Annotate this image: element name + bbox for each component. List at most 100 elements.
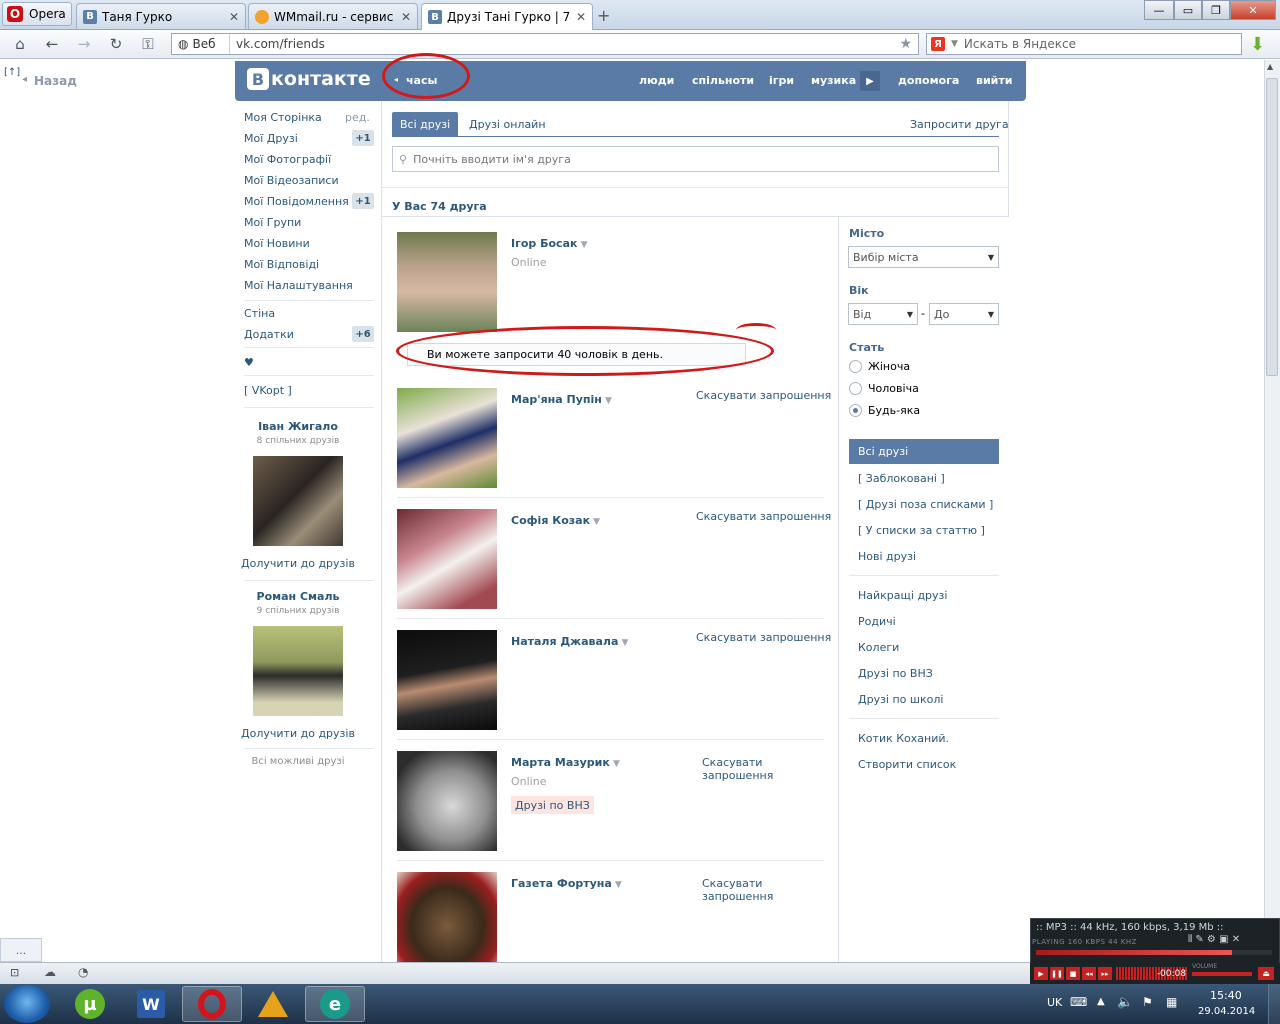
word-icon[interactable]: W [121,986,181,1022]
cancel-request-link[interactable]: Скасувати запрошення [696,510,831,523]
nav-games[interactable]: ігри [769,74,794,87]
sex-radio-female[interactable]: Жіноча [849,360,910,373]
friend-photo[interactable] [397,872,497,962]
suggestion-photo[interactable] [253,456,343,546]
menu-apps[interactable]: Додатки [244,328,294,341]
scrollbar-thumb[interactable] [1266,78,1278,376]
menu-my-replies[interactable]: Мої Відповіді [244,258,319,271]
clock-time[interactable]: 15:40 [1210,989,1242,1002]
friend-name[interactable]: Марта Мазурик ▼ [511,756,620,769]
stop-icon[interactable]: ■ [1066,967,1080,980]
menu-my-photos[interactable]: Мої Фотографії [244,153,331,166]
suggestion-photo[interactable] [253,626,343,716]
list-new-friends[interactable]: Нові друзі [858,550,916,563]
menu-my-messages[interactable]: Мої Повідомлення [244,195,349,208]
add-friend-link[interactable]: Долучити до друзів [238,727,358,740]
cancel-request-link[interactable]: Скасувати запрошення [702,877,773,903]
friend-name[interactable]: Наталя Джавала ▼ [511,635,628,648]
next-track-icon[interactable]: ▸▸ [1098,967,1112,980]
list-outside-lists[interactable]: [ Друзі поза списками ] [858,498,993,511]
dropdown-arrow-icon[interactable]: ▼ [590,517,600,527]
friend-name[interactable]: Ігор Босак ▼ [511,237,588,250]
menu-my-friends[interactable]: Мої Друзі [244,132,298,145]
daemon-tools-icon[interactable] [243,986,303,1022]
back-link[interactable]: Назад [34,74,77,88]
prev-track-icon[interactable]: ◂◂ [1082,967,1096,980]
tab-all-friends[interactable]: Всі друзі [392,112,459,136]
nav-music[interactable]: музика [811,74,856,87]
friend-name[interactable]: Газета Фортуна ▼ [511,877,622,890]
age-to-select[interactable]: До ▼ [929,303,999,325]
sex-radio-male[interactable]: Чоловіча [849,382,919,395]
menu-my-groups[interactable]: Мої Групи [244,216,301,229]
menu-my-videos[interactable]: Мої Відеозаписи [244,174,339,187]
browser-tab-3[interactable]: B Друзі Тані Гурко | 74 д... ✕ [421,3,593,30]
action-center-icon[interactable]: ⚑ [1142,995,1153,1009]
friend-photo[interactable] [397,630,497,730]
friend-list-tag[interactable]: Друзі по ВНЗ [511,796,594,814]
dropdown-arrow-icon[interactable]: ▼ [577,240,588,250]
vk-logo[interactable]: В контакте [247,68,371,90]
suggestion-name[interactable]: Роман Смаль [238,590,358,603]
cancel-request-link[interactable]: Скасувати запрошення [696,389,831,402]
cloud-icon[interactable]: ☁ [44,965,56,979]
suggestion-name[interactable]: Іван Жигало [238,420,358,433]
speed-dial-icon[interactable]: ◔ [78,965,88,979]
play-button-icon[interactable]: ▶ [1034,967,1048,980]
opera-taskbar-icon[interactable] [182,986,242,1022]
radio-button[interactable] [849,382,862,395]
play-icon[interactable]: ▶ [860,71,880,91]
reload-icon[interactable]: ↻ [104,34,128,54]
friend-photo[interactable] [397,751,497,851]
eject-icon[interactable]: ⏏ [1258,967,1274,980]
browser-tab-1[interactable]: B Таня Гурко ✕ [76,3,246,29]
cancel-request-link[interactable]: Скасувати запрошення [702,756,773,782]
new-tab-icon[interactable]: + [597,6,610,25]
list-best-friends[interactable]: Найкращі друзі [858,589,947,602]
mediaget-icon[interactable]: e [305,986,365,1022]
edit-menu-link[interactable]: ред. [345,111,370,124]
close-window-icon[interactable]: ✕ [1230,0,1276,20]
tab-friends-online[interactable]: Друзі онлайн [461,112,554,136]
restore-icon[interactable]: ❐ [1202,0,1230,20]
menu-my-news[interactable]: Мої Новини [244,237,310,250]
list-all-friends[interactable]: Всі друзі [849,439,999,464]
player-controls-icons[interactable]: ⫴ ✎ ⚙ ▣ ✕ [1188,934,1240,945]
nav-help[interactable]: допомога [898,74,959,87]
minimize-icon[interactable]: — [1144,0,1174,20]
panel-toggle-button[interactable]: ... [0,938,42,962]
invite-friend-link[interactable]: Запросити друга [902,112,1017,136]
friend-photo[interactable] [397,509,497,609]
add-friend-link[interactable]: Долучити до друзів [238,557,358,570]
chevron-down-icon[interactable]: ▼ [951,39,958,49]
list-by-sex[interactable]: [ У списки за статтю ] [858,524,985,537]
vkopt-link[interactable]: [ VKopt ] [244,384,292,397]
panel-icon[interactable]: ⊡ [10,966,19,979]
heart-icon[interactable]: ♥ [244,356,254,369]
yandex-search-field[interactable]: Я ▼ Искать в Яндексе [926,33,1242,55]
apps-badge[interactable]: +6 [352,326,374,342]
home-icon[interactable]: ⌂ [8,34,32,54]
list-school[interactable]: Друзі по школі [858,693,943,706]
opera-menu-button[interactable]: O Opera [2,2,72,26]
friend-photo[interactable] [397,388,497,488]
close-tab-icon[interactable]: ✕ [229,10,239,24]
key-icon[interactable]: ⚿ [136,34,160,54]
list-colleagues[interactable]: Колеги [858,641,899,654]
nav-people[interactable]: люди [639,74,674,87]
forward-icon[interactable]: → [72,34,96,54]
clock-date[interactable]: 29.04.2014 [1198,1006,1255,1017]
list-university[interactable]: Друзі по ВНЗ [858,667,933,680]
cancel-request-link[interactable]: Скасувати запрошення [696,631,831,644]
close-tab-icon[interactable]: ✕ [576,10,586,24]
menu-my-settings[interactable]: Мої Налаштування [244,279,353,292]
friend-name[interactable]: Мар'яна Пупін ▼ [511,393,612,406]
all-possible-friends-link[interactable]: Всі можливі друзі [238,756,358,767]
dropdown-arrow-icon[interactable]: ▼ [602,396,612,406]
browser-tab-2[interactable]: WMmail.ru - сервис п... ✕ [248,3,418,29]
nav-logout[interactable]: вийти [976,74,1012,87]
friend-search-input[interactable]: ⚲ Почніть вводити ім'я друга [392,146,999,172]
dropdown-arrow-icon[interactable]: ▼ [612,880,622,890]
friends-badge[interactable]: +1 [352,130,374,146]
radio-button[interactable] [849,404,862,417]
